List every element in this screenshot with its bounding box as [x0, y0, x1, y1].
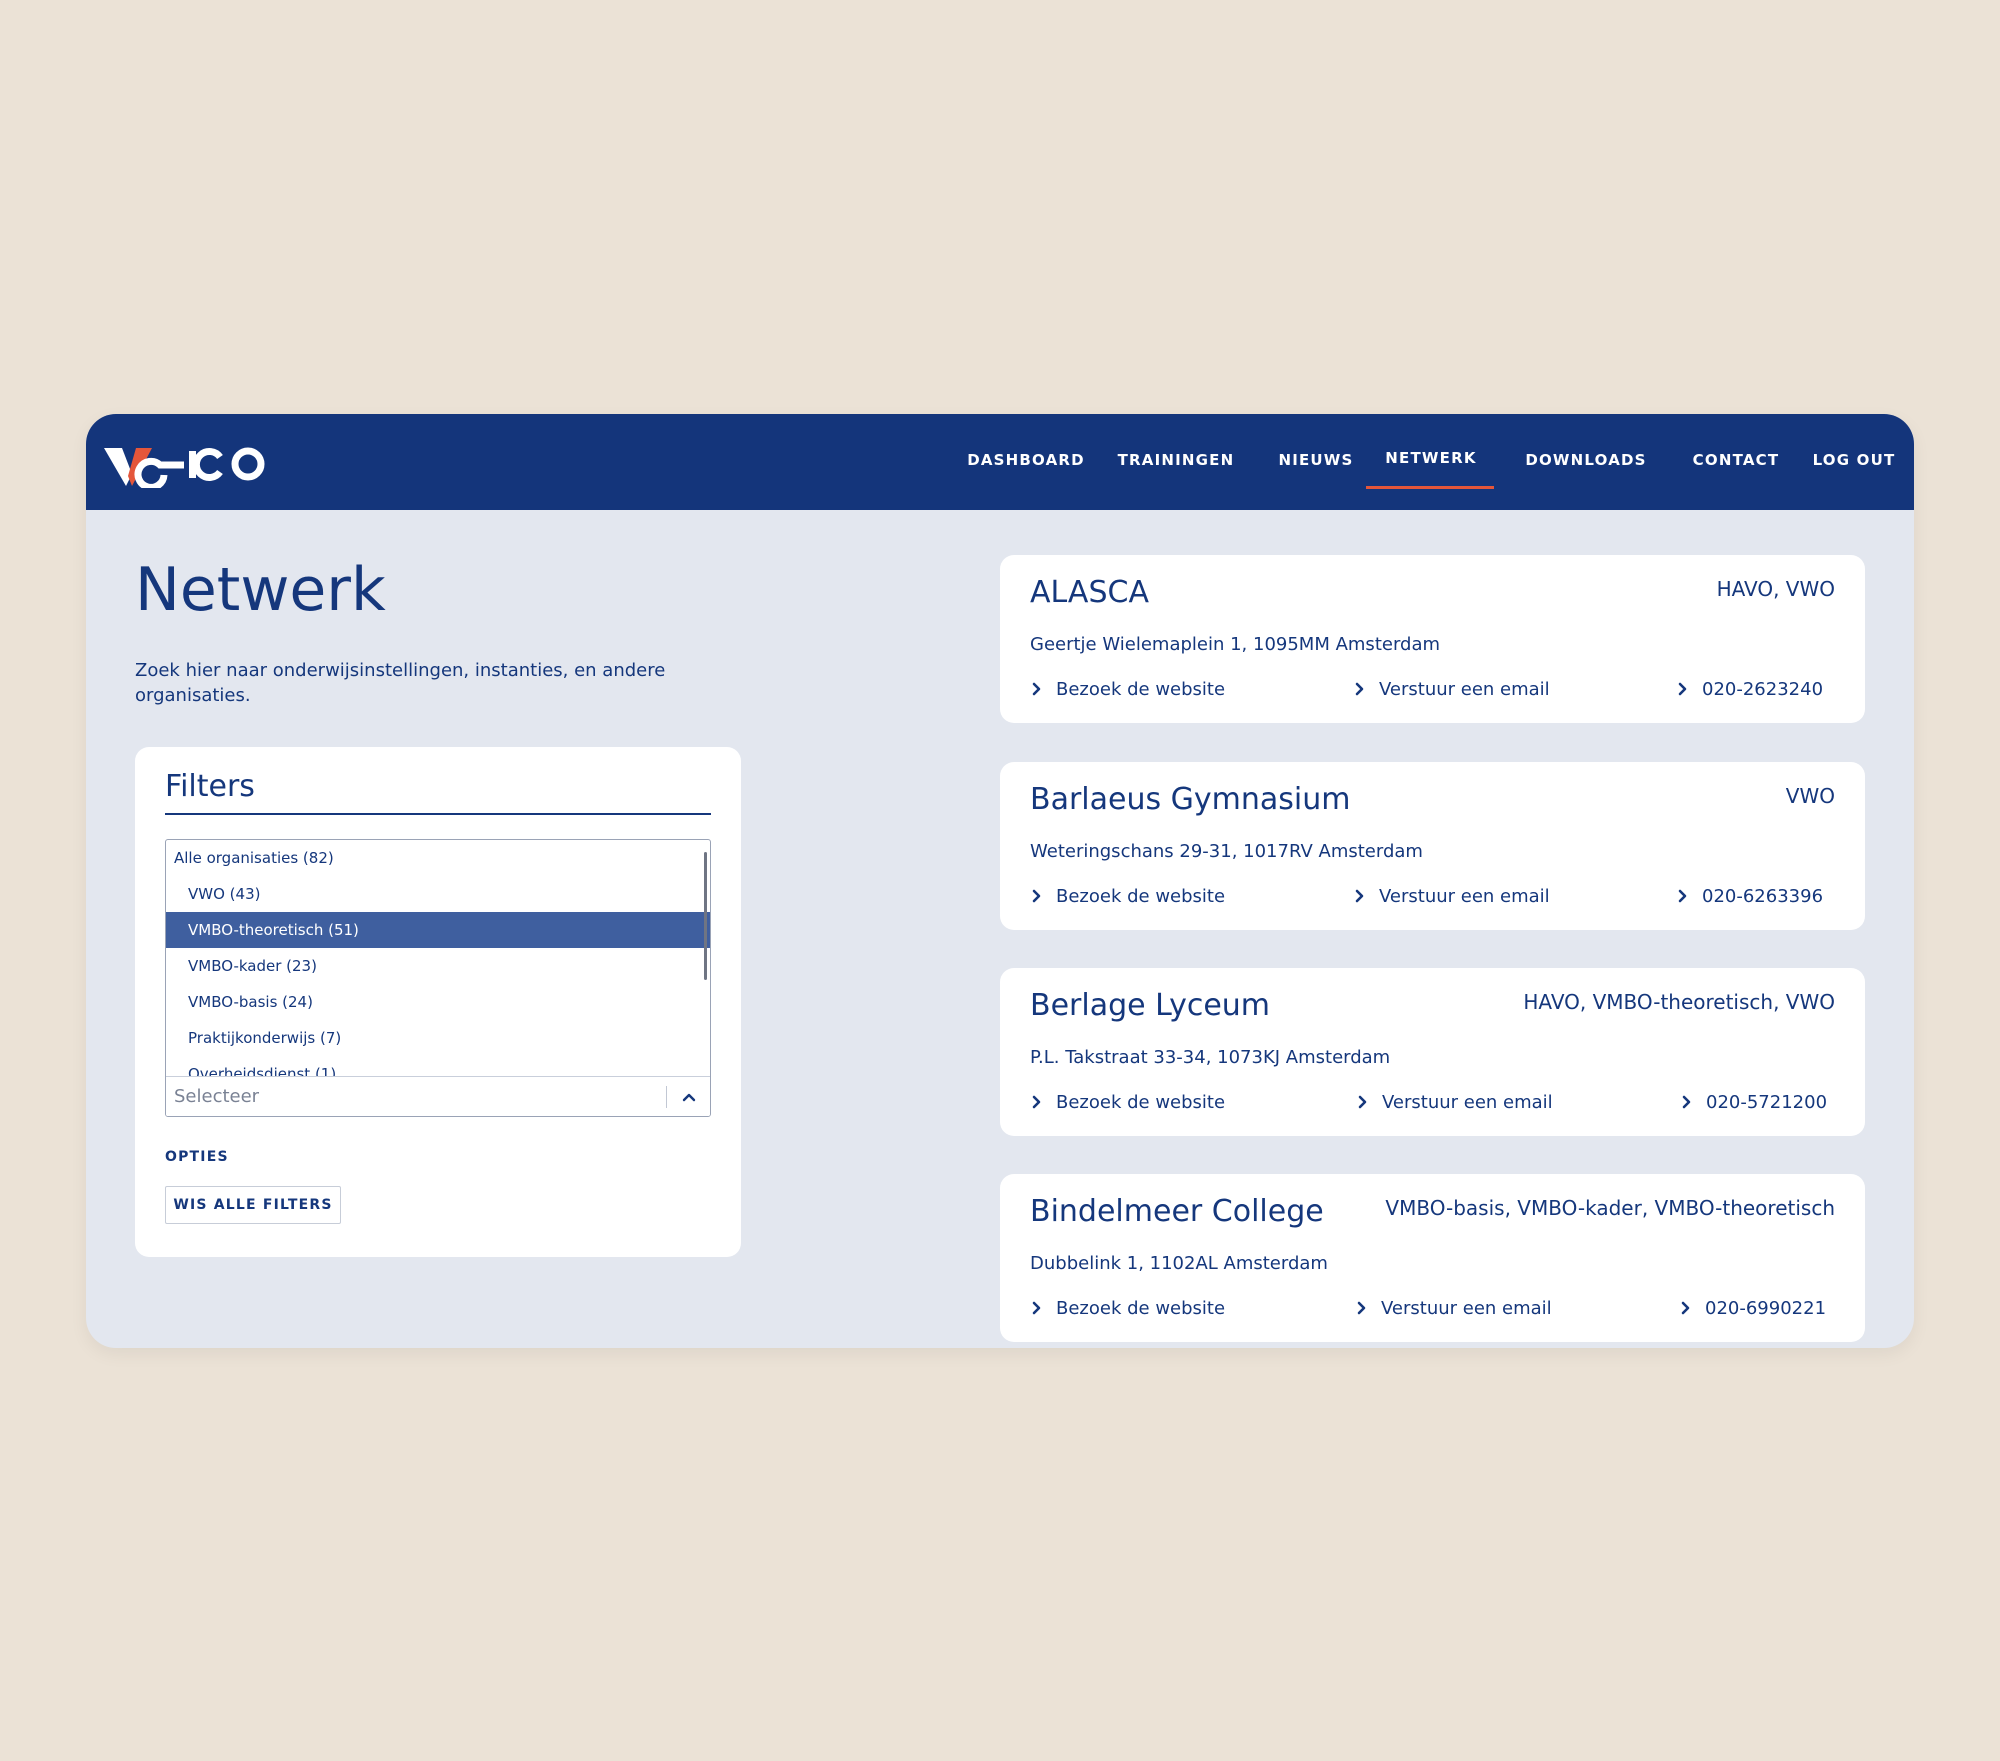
- chevron-right-icon: [1358, 1095, 1367, 1109]
- organization-address: P.L. Takstraat 33-34, 1073KJ Amsterdam: [1030, 1047, 1391, 1068]
- chevron-right-icon: [1357, 1301, 1366, 1315]
- email-link[interactable]: Verstuur een email: [1358, 1090, 1553, 1116]
- organization-address: Dubbelink 1, 1102AL Amsterdam: [1030, 1253, 1328, 1274]
- phone-link[interactable]: 020-2623240: [1678, 677, 1823, 703]
- select-divider: [666, 1086, 667, 1108]
- organization-type-listbox[interactable]: Alle organisaties (82) VWO (43) VMBO-the…: [165, 839, 711, 1117]
- chevron-right-icon: [1032, 1301, 1041, 1315]
- website-link-label: Bezoek de website: [1056, 1298, 1226, 1319]
- phone-number: 020-6990221: [1705, 1298, 1827, 1319]
- page-intro: Zoek hier naar onderwijsinstellingen, in…: [135, 660, 666, 706]
- phone-link[interactable]: 020-5721200: [1682, 1090, 1827, 1116]
- organization-name: Bindelmeer College: [1030, 1194, 1324, 1229]
- page-title: Netwerk: [135, 555, 386, 625]
- email-link-label: Verstuur een email: [1379, 886, 1550, 907]
- organization-card: ALASCA HAVO, VWO Geertje Wielemaplein 1,…: [1000, 555, 1865, 723]
- email-link[interactable]: Verstuur een email: [1355, 677, 1550, 703]
- email-link-label: Verstuur een email: [1382, 1092, 1553, 1113]
- options-heading: OPTIES: [165, 1149, 229, 1165]
- filters-title: Filters: [165, 769, 255, 804]
- select-placeholder: Selecteer: [174, 1086, 260, 1107]
- organization-address: Weteringschans 29-31, 1017RV Amsterdam: [1030, 841, 1423, 862]
- organization-card: Bindelmeer College VMBO-basis, VMBO-kade…: [1000, 1174, 1865, 1342]
- website-link-label: Bezoek de website: [1056, 1092, 1226, 1113]
- chevron-right-icon: [1032, 889, 1041, 903]
- organization-name: ALASCA: [1030, 575, 1149, 610]
- organization-types: VMBO-basis, VMBO-kader, VMBO-theoretisch: [1385, 1196, 1835, 1220]
- app-window: DASHBOARD TRAININGEN NIEUWS NETWERK DOWN…: [86, 414, 1914, 1348]
- filter-option-vwo[interactable]: VWO (43): [166, 876, 710, 912]
- filter-select[interactable]: Selecteer: [166, 1076, 710, 1116]
- filter-option-alle-organisaties[interactable]: Alle organisaties (82): [166, 840, 710, 876]
- phone-number: 020-6263396: [1702, 886, 1824, 907]
- chevron-right-icon: [1681, 1301, 1690, 1315]
- organization-types: VWO: [1785, 784, 1835, 808]
- nav-netwerk[interactable]: NETWERK: [1376, 446, 1486, 470]
- organization-types: HAVO, VMBO-theoretisch, VWO: [1523, 990, 1835, 1014]
- phone-number: 020-5721200: [1706, 1092, 1828, 1113]
- organization-types: HAVO, VWO: [1716, 577, 1835, 601]
- email-link-label: Verstuur een email: [1379, 679, 1550, 700]
- email-link[interactable]: Verstuur een email: [1357, 1296, 1552, 1322]
- chevron-right-icon: [1355, 682, 1364, 696]
- phone-link[interactable]: 020-6263396: [1678, 884, 1823, 910]
- organization-card: Barlaeus Gymnasium VWO Weteringschans 29…: [1000, 762, 1865, 930]
- nav-log-out[interactable]: LOG OUT: [1806, 448, 1902, 472]
- nav-dashboard[interactable]: DASHBOARD: [966, 448, 1086, 472]
- chevron-up-icon[interactable]: [679, 1087, 699, 1107]
- nav-nieuws[interactable]: NIEUWS: [1266, 448, 1366, 472]
- organization-name: Berlage Lyceum: [1030, 988, 1271, 1023]
- veico-logo[interactable]: [102, 432, 272, 488]
- phone-link[interactable]: 020-6990221: [1681, 1296, 1826, 1322]
- filter-option-vmbo-basis[interactable]: VMBO-basis (24): [166, 984, 710, 1020]
- email-link[interactable]: Verstuur een email: [1355, 884, 1550, 910]
- top-navigation: DASHBOARD TRAININGEN NIEUWS NETWERK DOWN…: [86, 414, 1914, 510]
- clear-all-filters-button[interactable]: WIS ALLE FILTERS: [165, 1186, 341, 1224]
- website-link[interactable]: Bezoek de website: [1032, 1090, 1225, 1116]
- nav-contact[interactable]: CONTACT: [1676, 448, 1796, 472]
- nav-downloads[interactable]: DOWNLOADS: [1506, 448, 1666, 472]
- chevron-right-icon: [1678, 889, 1687, 903]
- organization-name: Barlaeus Gymnasium: [1030, 782, 1351, 817]
- chevron-right-icon: [1682, 1095, 1691, 1109]
- filter-option-vmbo-theoretisch[interactable]: VMBO-theoretisch (51): [166, 912, 710, 948]
- filters-panel: Filters Alle organisaties (82) VWO (43) …: [135, 747, 741, 1257]
- website-link-label: Bezoek de website: [1056, 679, 1226, 700]
- filters-divider: [165, 813, 711, 815]
- chevron-right-icon: [1355, 889, 1364, 903]
- chevron-right-icon: [1032, 682, 1041, 696]
- organization-address: Geertje Wielemaplein 1, 1095MM Amsterdam: [1030, 634, 1441, 655]
- website-link[interactable]: Bezoek de website: [1032, 1296, 1225, 1322]
- chevron-right-icon: [1032, 1095, 1041, 1109]
- phone-number: 020-2623240: [1702, 679, 1824, 700]
- listbox-scrollbar[interactable]: [704, 852, 707, 980]
- active-nav-indicator: [1366, 486, 1494, 489]
- website-link[interactable]: Bezoek de website: [1032, 884, 1225, 910]
- chevron-right-icon: [1678, 682, 1687, 696]
- nav-trainingen[interactable]: TRAININGEN: [1116, 448, 1236, 472]
- filter-option-vmbo-kader[interactable]: VMBO-kader (23): [166, 948, 710, 984]
- website-link-label: Bezoek de website: [1056, 886, 1226, 907]
- email-link-label: Verstuur een email: [1381, 1298, 1552, 1319]
- website-link[interactable]: Bezoek de website: [1032, 677, 1225, 703]
- organization-card: Berlage Lyceum HAVO, VMBO-theoretisch, V…: [1000, 968, 1865, 1136]
- filter-option-praktijkonderwijs[interactable]: Praktijkonderwijs (7): [166, 1020, 710, 1056]
